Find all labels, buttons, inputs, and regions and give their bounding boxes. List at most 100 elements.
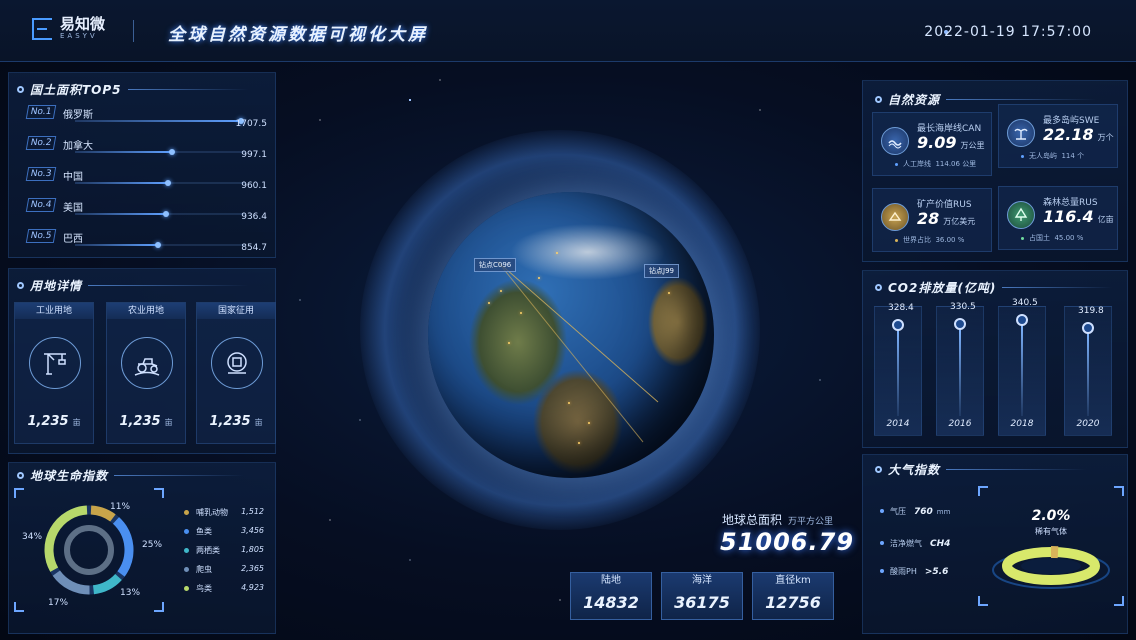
donut-segment[interactable]: [52, 570, 90, 595]
stat-value: 14832: [583, 593, 639, 612]
rank-row[interactable]: No.4 美国 936.4: [25, 198, 267, 222]
resource-card-coastline[interactable]: 最长海岸线CAN 9.09 万公里 人工岸线 114.06 公里: [872, 112, 992, 176]
rank-row[interactable]: No.1 俄罗斯 1707.5: [25, 105, 267, 129]
co2-value-label: 330.5: [950, 302, 976, 312]
resource-card-islands[interactable]: 最多岛屿SWE 22.18 万个 无人岛屿 114 个: [998, 104, 1118, 168]
stat-land[interactable]: 陆地 14832: [570, 572, 652, 620]
resource-value: 28 万亿美元: [917, 209, 976, 228]
title-bullet-icon: [875, 96, 882, 103]
stat-diameter[interactable]: 直径km 12756: [752, 572, 834, 620]
rank-bar-track: [75, 149, 245, 155]
legend-label: 鱼类: [196, 527, 212, 536]
resource-unit: 万亿美元: [943, 217, 976, 226]
rare-gas-ring-chart[interactable]: [978, 536, 1124, 606]
resource-card-forest[interactable]: 森林总量RUS 116.4 亿亩 占国土 45.00 %: [998, 186, 1118, 250]
title-underline: [1002, 287, 1113, 288]
rank-badge: No.3: [25, 167, 57, 181]
co2-value-label: 340.5: [1012, 298, 1038, 308]
crane-icon: [29, 337, 81, 389]
legend-label: 鸟类: [196, 584, 212, 593]
donut-segment[interactable]: [92, 573, 122, 595]
page-title: 全球自然资源数据可视化大屏: [168, 25, 428, 45]
header: 易知微 EASYV 全球自然资源数据可视化大屏 2022-01-19 17:57…: [0, 0, 1136, 62]
resource-unit: 亿亩: [1097, 215, 1114, 224]
pct-label: 25%: [142, 540, 163, 550]
map-marker-c096[interactable]: 钻点C096: [474, 258, 517, 272]
resource-card-minerals[interactable]: 矿产价值RUS 28 万亿美元 世界占比 36.00 %: [872, 188, 992, 252]
stat-ocean[interactable]: 海洋 36175: [661, 572, 743, 620]
rank-row[interactable]: No.3 中国 960.1: [25, 167, 267, 191]
rank-bar-fill: [75, 244, 158, 246]
title-bullet-icon: [875, 466, 882, 473]
legend-value: 4,923: [241, 583, 264, 592]
land-card-value: 1,235: [209, 414, 251, 429]
title-bullet-icon: [17, 282, 24, 289]
co2-year-label: 2014: [886, 419, 910, 429]
coastline-icon: [881, 127, 909, 155]
legend-item[interactable]: 两栖类 1,805: [184, 544, 264, 558]
donut-segment[interactable]: [112, 517, 134, 577]
land-card-government[interactable]: 国家征用 1,235 亩: [196, 302, 276, 444]
rank-bar-track: [75, 180, 245, 186]
title-bullet-icon: [17, 472, 24, 479]
legend-item[interactable]: 鸟类 4,923: [184, 582, 264, 596]
rank-bar-track: [75, 118, 245, 124]
co2-year-label: 2016: [948, 419, 972, 429]
land-card-label: 农业用地: [107, 303, 185, 319]
stat-value: 12756: [765, 593, 821, 612]
resources-title: 自然资源: [888, 93, 941, 107]
co2-title: CO2排放量(亿吨): [888, 281, 997, 295]
resource-value: 22.18 万个: [1043, 125, 1114, 144]
title-underline: [114, 475, 245, 476]
bullet-icon: [880, 509, 884, 513]
bullet-icon: [1021, 155, 1024, 158]
rank-row[interactable]: No.5 巴西 854.7: [25, 229, 267, 253]
legend-value: 2,365: [241, 564, 264, 573]
legend-swatch: [184, 548, 189, 553]
brand-logo[interactable]: 易知微 EASYV: [32, 16, 105, 41]
rank-country-name: 俄罗斯: [63, 110, 93, 121]
legend-swatch: [184, 510, 189, 515]
legend-item[interactable]: 鱼类 3,456: [184, 525, 264, 539]
bullet-icon: [880, 569, 884, 573]
map-marker-j99[interactable]: 钻点J99: [644, 264, 679, 278]
title-underline: [127, 89, 248, 90]
legend-item[interactable]: 哺乳动物 1,512: [184, 506, 264, 520]
pct-label: 13%: [120, 588, 141, 598]
stat-label: 直径km: [775, 575, 811, 586]
brand-name-cn: 易知微: [60, 15, 106, 33]
frame-corner: [154, 602, 164, 612]
co2-value-label: 328.4: [888, 303, 914, 313]
rank-badge: No.1: [25, 105, 57, 119]
rank-value: 997.1: [241, 150, 267, 160]
rank-bar-fill: [75, 151, 172, 153]
earth-globe[interactable]: [428, 192, 714, 478]
logo-icon: [32, 17, 52, 40]
rank-bar-track: [75, 211, 245, 217]
frame-corner: [14, 488, 24, 498]
top5-panel: 国土面积TOP5 No.1 俄罗斯 1707.5 No.2 加拿大 997.1 No.3 中国…: [8, 72, 276, 258]
title-underline: [946, 99, 1097, 100]
rank-value: 936.4: [241, 212, 267, 222]
legend-value: 1,512: [241, 507, 264, 516]
land-card-agricultural[interactable]: 农业用地 1,235 亩: [106, 302, 186, 444]
life-index-donut-chart[interactable]: [14, 488, 164, 612]
top5-title-bar: 国土面积TOP5: [17, 81, 248, 98]
land-card-industrial[interactable]: 工业用地 1,235 亩: [14, 302, 94, 444]
life-index-title-bar: 地球生命指数: [17, 467, 245, 484]
rank-bar-knob: [163, 211, 169, 217]
life-index-title: 地球生命指数: [30, 469, 109, 483]
resource-value: 9.09 万公里: [917, 133, 985, 152]
atm-row-pressure: 气压 760 mm: [880, 506, 950, 517]
legend-value: 3,456: [241, 526, 264, 535]
co2-title-bar: CO2排放量(亿吨): [875, 279, 1113, 296]
atm-row-acid-rain: 酸雨PH >5.6: [880, 566, 948, 577]
island-icon: [1007, 119, 1035, 147]
rank-row[interactable]: No.2 加拿大 997.1: [25, 136, 267, 160]
legend-item[interactable]: 爬虫 2,365: [184, 563, 264, 577]
life-index-donut-frame: [14, 488, 164, 612]
header-divider: [133, 20, 134, 42]
government-icon: [211, 337, 263, 389]
co2-bar-stem: [1087, 332, 1089, 416]
land-card-unit: 亩: [254, 418, 263, 427]
